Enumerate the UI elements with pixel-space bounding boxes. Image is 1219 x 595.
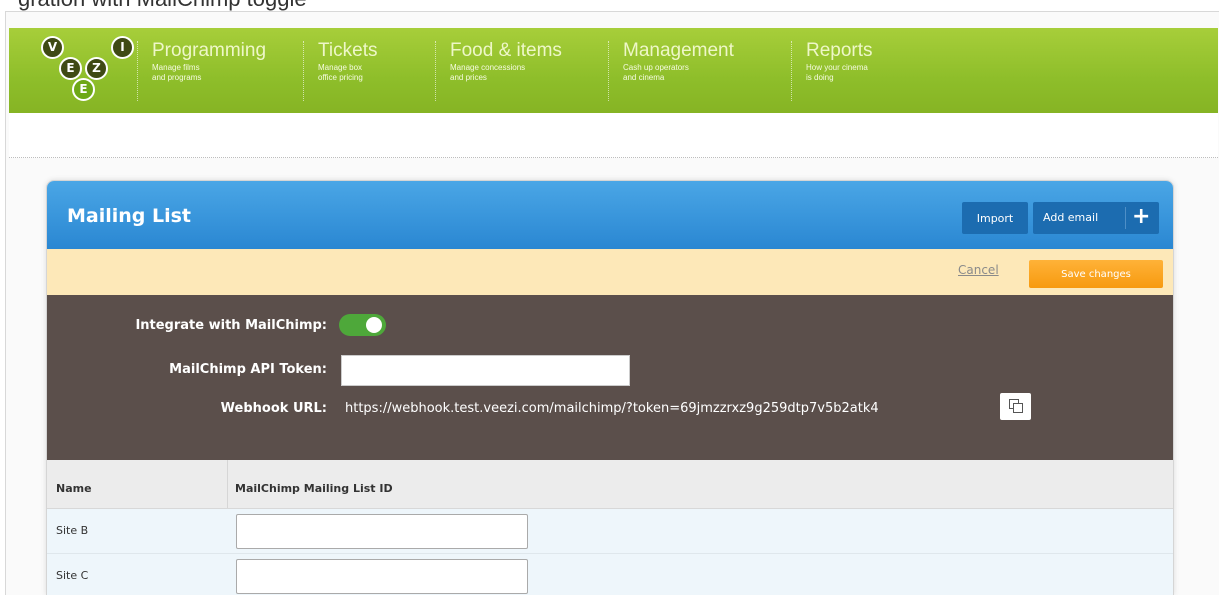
- nav-tickets-title: Tickets: [318, 40, 378, 61]
- copy-webhook-button[interactable]: [1000, 393, 1031, 420]
- mailing-list-id-input[interactable]: [236, 514, 528, 549]
- table-header: Name MailChimp Mailing List ID: [47, 460, 1173, 509]
- toggle-knob: [366, 317, 382, 333]
- add-email-button[interactable]: Add email +: [1033, 202, 1159, 234]
- veezi-logo[interactable]: V I E Z E: [37, 34, 141, 108]
- mailing-list-id-input[interactable]: [236, 559, 528, 594]
- nav-reports[interactable]: Reports How your cinema is doing: [791, 41, 873, 101]
- nav-food-items-subtitle: Manage concessions and prices: [450, 63, 526, 82]
- copy-icon-front: [1013, 403, 1023, 413]
- nav-tickets[interactable]: Tickets Manage box office pricing: [303, 41, 377, 101]
- panel-header: Mailing List Import Add email +: [47, 181, 1173, 249]
- sub-navigation-bar: [9, 113, 1218, 158]
- nav-management-title: Management: [623, 40, 734, 61]
- webhook-url-text: https://webhook.test.veezi.com/mailchimp…: [345, 401, 879, 416]
- panel-title: Mailing List: [67, 205, 192, 227]
- save-changes-button[interactable]: Save changes: [1029, 260, 1163, 288]
- logo-letter-e: E: [59, 57, 82, 80]
- nav-tickets-subtitle: Manage box office pricing: [318, 63, 363, 82]
- integrate-label: Integrate with MailChimp:: [135, 318, 327, 333]
- nav-management[interactable]: Management Cash up operators and cinema: [608, 41, 734, 101]
- save-changes-bar: Cancel Save changes: [47, 249, 1173, 295]
- plus-icon: +: [1132, 204, 1151, 229]
- column-header-list-id: MailChimp Mailing List ID: [235, 482, 393, 495]
- nav-food-items-title: Food & items: [450, 40, 562, 61]
- logo-letter-z: Z: [85, 57, 108, 80]
- main-navigation: V I E Z E Programming Manage films and p…: [9, 28, 1218, 113]
- add-email-divider: [1125, 207, 1126, 229]
- integrate-toggle[interactable]: [339, 314, 386, 336]
- logo-letter-v: V: [41, 36, 64, 59]
- column-divider: [227, 460, 228, 508]
- api-token-label: MailChimp API Token:: [169, 362, 327, 377]
- mailchimp-settings: Integrate with MailChimp: MailChimp API …: [47, 295, 1173, 460]
- table-row: Site C: [47, 554, 1173, 595]
- nav-reports-subtitle: How your cinema is doing: [806, 63, 868, 82]
- nav-reports-title: Reports: [806, 40, 873, 61]
- api-token-input[interactable]: [341, 355, 630, 386]
- nav-management-subtitle: Cash up operators and cinema: [623, 63, 689, 82]
- nav-programming[interactable]: Programming Manage films and programs: [137, 41, 266, 101]
- logo-letter-i: I: [111, 36, 134, 59]
- mailing-list-panel: Mailing List Import Add email + Cancel S…: [46, 180, 1174, 595]
- table-row: Site B: [47, 509, 1173, 554]
- nav-food-items[interactable]: Food & items Manage concessions and pric…: [435, 41, 562, 101]
- import-button[interactable]: Import: [962, 202, 1028, 234]
- row-name: Site C: [56, 569, 89, 582]
- logo-letter-e-bottom: E: [72, 78, 95, 101]
- row-name: Site B: [56, 524, 89, 537]
- nav-programming-subtitle: Manage films and programs: [152, 63, 202, 82]
- webhook-label: Webhook URL:: [220, 401, 327, 416]
- column-header-name: Name: [56, 482, 92, 495]
- nav-programming-title: Programming: [152, 40, 267, 61]
- add-email-label: Add email: [1043, 211, 1099, 224]
- cancel-link[interactable]: Cancel: [958, 263, 999, 277]
